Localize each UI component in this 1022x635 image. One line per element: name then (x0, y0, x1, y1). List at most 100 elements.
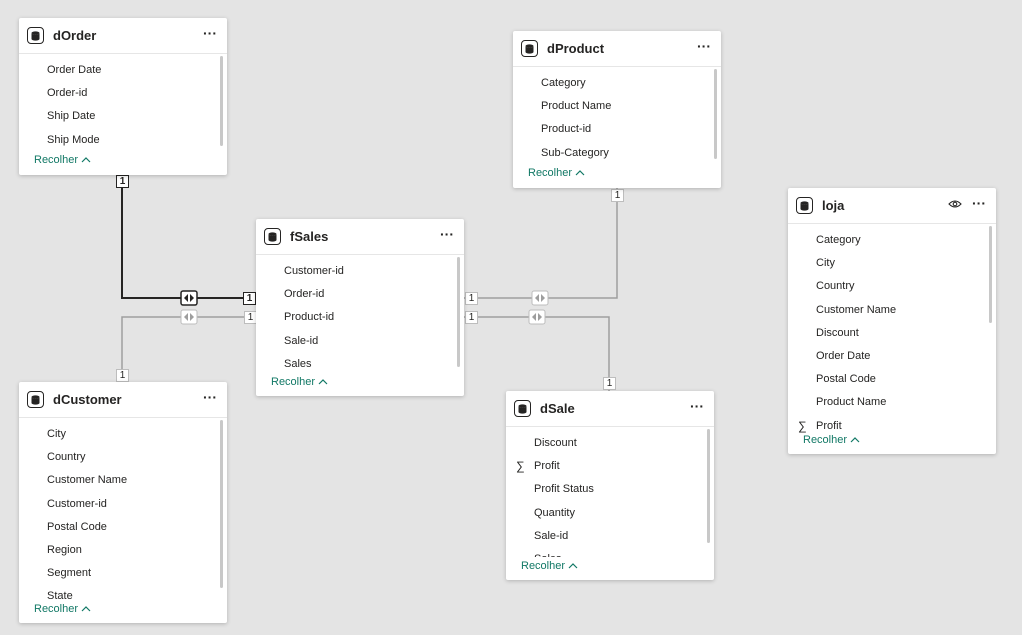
field-item[interactable]: Profit Status (506, 478, 714, 501)
field-item[interactable]: Sales (506, 548, 714, 557)
field-item[interactable]: Category (788, 229, 996, 252)
field-item[interactable]: Customer-id (256, 260, 464, 283)
field-item[interactable]: Order-id (19, 82, 227, 105)
database-icon (796, 197, 813, 214)
field-item[interactable]: Category (513, 72, 721, 95)
bidirectional-filter-icon[interactable] (180, 309, 198, 325)
field-item[interactable]: Discount (506, 432, 714, 455)
field-label: Profit (816, 419, 842, 432)
collapse-label: Recolher (528, 167, 573, 179)
field-list[interactable]: Order Date Order-id Ship Date Ship Mode (19, 54, 227, 152)
table-card-loja[interactable]: loja ··· Category City Country Customer … (788, 188, 996, 454)
scrollbar[interactable] (457, 257, 460, 367)
field-item[interactable]: Product Name (513, 95, 721, 118)
cardinality-label: 1 (116, 369, 129, 382)
cardinality-label: 1 (243, 292, 256, 305)
field-item[interactable]: Customer Name (788, 299, 996, 322)
bidirectional-filter-icon[interactable] (180, 290, 198, 306)
field-item[interactable]: City (19, 423, 227, 446)
collapse-button[interactable]: Recolher (803, 434, 860, 446)
more-options-icon[interactable]: ··· (690, 399, 704, 413)
chevron-up-icon (81, 606, 91, 612)
database-icon (27, 27, 44, 44)
field-item[interactable]: Product-id (256, 306, 464, 329)
field-item[interactable]: ∑ Profit (506, 455, 714, 478)
more-options-icon[interactable]: ··· (203, 26, 217, 40)
field-item[interactable]: Order Date (19, 59, 227, 82)
field-item[interactable]: Ship Date (19, 105, 227, 128)
collapse-button[interactable]: Recolher (521, 560, 578, 572)
collapse-button[interactable]: Recolher (271, 376, 328, 388)
field-item[interactable]: Sub-Category (513, 142, 721, 165)
chevron-up-icon (575, 170, 585, 176)
cardinality-label: 1 (603, 377, 616, 390)
more-options-icon[interactable]: ··· (440, 227, 454, 241)
more-options-icon[interactable]: ··· (203, 390, 217, 404)
chevron-up-icon (568, 563, 578, 569)
field-item[interactable]: Sales (256, 353, 464, 376)
chevron-up-icon (850, 437, 860, 443)
field-item[interactable]: Segment (19, 562, 227, 585)
database-icon (27, 391, 44, 408)
collapse-label: Recolher (271, 376, 316, 388)
field-item[interactable]: Customer-id (19, 493, 227, 516)
table-header[interactable]: dProduct ··· (513, 31, 721, 67)
table-card-dSale[interactable]: dSale ··· Discount ∑ Profit Profit Statu… (506, 391, 714, 580)
bidirectional-filter-icon[interactable] (528, 309, 546, 325)
table-card-dProduct[interactable]: dProduct ··· Category Product Name Produ… (513, 31, 721, 188)
collapse-button[interactable]: Recolher (34, 154, 91, 166)
scrollbar[interactable] (220, 420, 223, 588)
sum-icon: ∑ (516, 459, 525, 474)
table-header[interactable]: fSales ··· (256, 219, 464, 255)
table-title: dOrder (53, 28, 97, 43)
field-item[interactable]: Postal Code (788, 368, 996, 391)
field-list[interactable]: Discount ∑ Profit Profit Status Quantity… (506, 427, 714, 557)
field-list[interactable]: Customer-id Order-id Product-id Sale-id … (256, 255, 464, 376)
table-header[interactable]: dCustomer ··· (19, 382, 227, 418)
collapse-label: Recolher (803, 434, 848, 446)
table-title: fSales (290, 229, 329, 244)
field-item[interactable]: Sale-id (506, 525, 714, 548)
table-header[interactable]: loja ··· (788, 188, 996, 224)
collapse-button[interactable]: Recolher (34, 603, 91, 615)
field-list[interactable]: Category Product Name Product-id Sub-Cat… (513, 67, 721, 165)
field-item[interactable]: Customer Name (19, 469, 227, 492)
more-options-icon[interactable]: ··· (972, 196, 986, 210)
table-title: dSale (540, 401, 575, 416)
table-title: dProduct (547, 41, 605, 56)
scrollbar[interactable] (714, 69, 717, 159)
collapse-label: Recolher (521, 560, 566, 572)
field-item[interactable]: Country (19, 446, 227, 469)
field-item[interactable]: Order-id (256, 283, 464, 306)
table-card-dOrder[interactable]: dOrder ··· Order Date Order-id Ship Date… (19, 18, 227, 175)
table-header[interactable]: dSale ··· (506, 391, 714, 427)
field-item[interactable]: Quantity (506, 502, 714, 525)
bidirectional-filter-icon[interactable] (531, 290, 549, 306)
field-item[interactable]: Product-id (513, 118, 721, 141)
chevron-up-icon (81, 157, 91, 163)
table-header[interactable]: dOrder ··· (19, 18, 227, 54)
more-options-icon[interactable]: ··· (697, 39, 711, 53)
scrollbar[interactable] (220, 56, 223, 146)
eye-icon[interactable] (948, 199, 962, 209)
collapse-label: Recolher (34, 154, 79, 166)
scrollbar[interactable] (989, 226, 992, 323)
field-list[interactable]: Category City Country Customer Name Disc… (788, 224, 996, 438)
field-item[interactable]: Order Date (788, 345, 996, 368)
table-title: loja (822, 198, 845, 213)
field-item[interactable]: City (788, 252, 996, 275)
field-list[interactable]: City Country Customer Name Customer-id P… (19, 418, 227, 609)
field-label: Profit (534, 460, 560, 473)
collapse-button[interactable]: Recolher (528, 167, 585, 179)
field-item[interactable]: Product Name (788, 391, 996, 414)
scrollbar[interactable] (707, 429, 710, 543)
field-item[interactable]: Ship Mode (19, 129, 227, 152)
field-item[interactable]: Region (19, 539, 227, 562)
table-card-fSales[interactable]: fSales ··· Customer-id Order-id Product-… (256, 219, 464, 396)
field-item[interactable]: Discount (788, 322, 996, 345)
field-item[interactable]: Country (788, 275, 996, 298)
table-card-dCustomer[interactable]: dCustomer ··· City Country Customer Name… (19, 382, 227, 623)
cardinality-label: 1 (465, 311, 478, 324)
field-item[interactable]: Sale-id (256, 330, 464, 353)
field-item[interactable]: Postal Code (19, 516, 227, 539)
